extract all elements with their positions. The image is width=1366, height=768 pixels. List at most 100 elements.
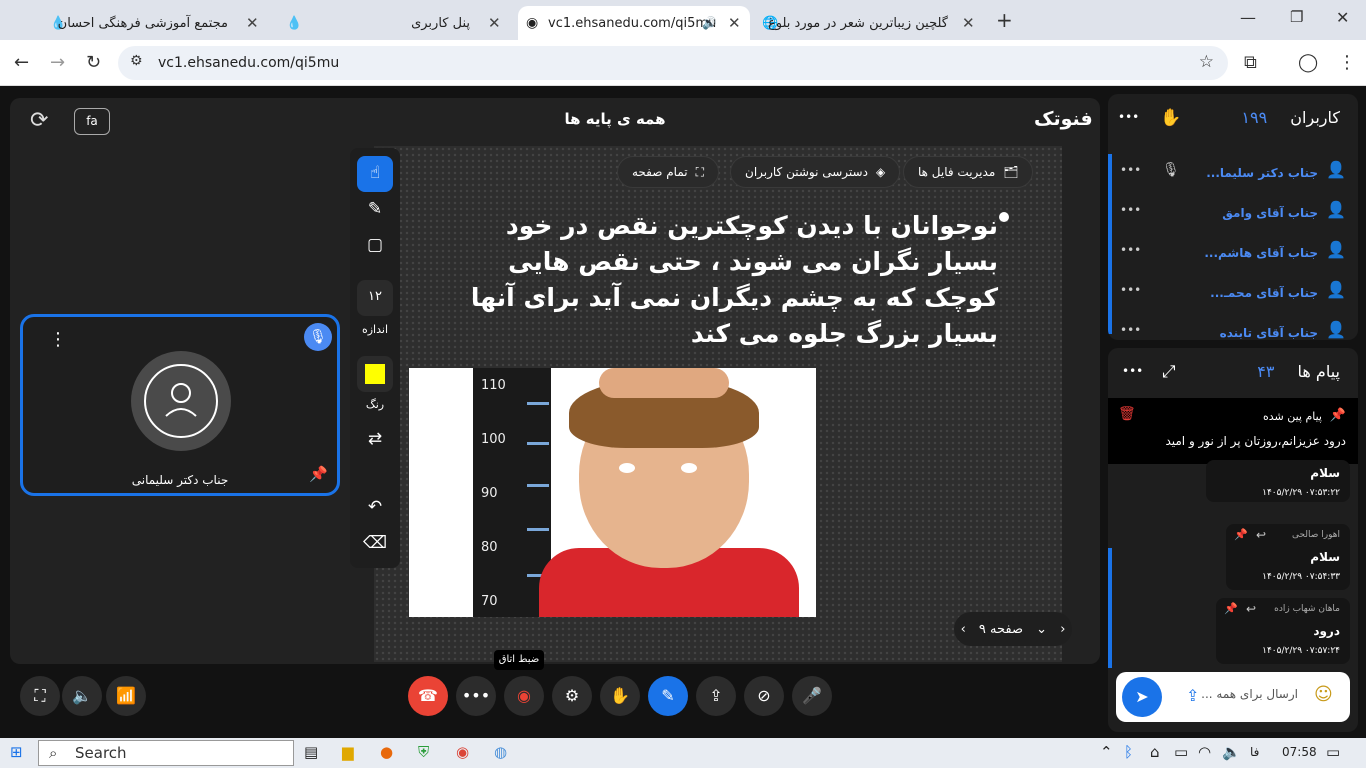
minimize-button[interactable]: —: [1240, 8, 1256, 27]
send-icon[interactable]: ➤: [1122, 677, 1162, 717]
back-icon[interactable]: ←: [14, 52, 29, 73]
reply-icon[interactable]: ↩: [1256, 528, 1266, 542]
omnibox[interactable]: ⚙ vc1.ehsanedu.com/qi5mu ☆: [118, 46, 1228, 80]
messages-scroll-indicator[interactable]: [1108, 548, 1112, 668]
bookmark-star-icon[interactable]: ☆: [1199, 52, 1214, 72]
chat-message[interactable]: اهورا صالحی ↩ 📌 سلام ۰۷:۵۴:۳۳ ۱۴۰۵/۲/۲۹: [1226, 524, 1350, 590]
user-row[interactable]: 👤 جناب آقای تابنده •••: [1118, 318, 1348, 340]
network-icon[interactable]: ⌂: [1150, 743, 1160, 761]
settings-icon[interactable]: ⚙: [552, 676, 592, 716]
pinned-message[interactable]: 📌 پیام پین شده درود عزیزانم،روزتان پر از…: [1108, 398, 1358, 464]
chat-message[interactable]: سلام ۰۷:۵۳:۲۲ ۱۴۰۵/۲/۲۹: [1206, 460, 1350, 502]
wifi-icon[interactable]: ◠: [1198, 743, 1211, 761]
user-row[interactable]: 👤 جناب آقای محمـ... •••: [1118, 278, 1348, 308]
close-icon[interactable]: ✕: [962, 14, 975, 32]
user-row[interactable]: 👤 جناب آقای هاشم... •••: [1118, 238, 1348, 268]
bluetooth-icon[interactable]: ᛒ: [1124, 743, 1133, 761]
more-options-icon[interactable]: •••: [1120, 283, 1141, 297]
raise-hand-icon[interactable]: ✋: [600, 676, 640, 716]
new-tab-button[interactable]: +: [996, 8, 1013, 32]
tray-chevron-up-icon[interactable]: ⌃: [1100, 743, 1113, 761]
shield-app-icon[interactable]: ⛨: [418, 743, 429, 761]
taskbar-search[interactable]: ⌕ Search: [38, 740, 294, 766]
shape-square-icon[interactable]: ▢: [357, 228, 393, 264]
more-options-icon[interactable]: •••: [1120, 243, 1141, 257]
profile-icon[interactable]: ◯: [1298, 52, 1318, 73]
size-value[interactable]: ۱۲: [357, 280, 393, 316]
signal-icon[interactable]: 📶: [106, 676, 146, 716]
message-input[interactable]: ارسال برای همه ...: [1186, 687, 1298, 701]
camera-off-icon[interactable]: ⊘: [744, 676, 784, 716]
pin-icon[interactable]: 📌: [309, 465, 328, 483]
close-window-button[interactable]: ✕: [1336, 8, 1349, 27]
delete-icon[interactable]: 🗑: [1118, 406, 1136, 422]
tab-ehsan[interactable]: 💧 ✕ مجتمع آموزشی فرهنگی احسان: [36, 6, 272, 40]
tab-poem[interactable]: 🌐 ✕ گلچین زیباترین شعر در مورد بلوغ: [756, 6, 986, 40]
extensions-icon[interactable]: ⧉: [1244, 52, 1257, 73]
page-label[interactable]: صفحه ۹: [979, 622, 1023, 637]
write-access-button[interactable]: ◈ دسترسی نوشتن کاربران: [730, 156, 901, 188]
tab-user-panel[interactable]: 💧 ✕ پنل کاربری: [276, 6, 514, 40]
speaker-icon[interactable]: 🔊: [702, 16, 717, 30]
more-options-icon[interactable]: •••: [1118, 110, 1139, 124]
reload-icon[interactable]: ↻: [86, 52, 101, 73]
restore-button[interactable]: ❐: [1290, 8, 1303, 26]
reply-icon[interactable]: ↩: [1246, 602, 1256, 616]
undo-icon[interactable]: ↶: [357, 490, 393, 526]
swap-arrows-icon[interactable]: ⇄: [357, 422, 393, 458]
firefox-icon[interactable]: ●: [380, 743, 393, 761]
file-explorer-icon[interactable]: ▆: [342, 743, 354, 761]
screen-share-icon[interactable]: ⇪: [696, 676, 736, 716]
more-options-icon[interactable]: ⋮: [49, 329, 67, 350]
menu-kebab-icon[interactable]: ⋮: [1338, 52, 1356, 73]
leave-call-button[interactable]: ☎: [408, 676, 448, 716]
next-page-icon[interactable]: ›: [1060, 622, 1065, 637]
tab-vc-active[interactable]: ◉ vc1.ehsanedu.com/qi5mu 🔊 ✕: [518, 6, 750, 40]
more-options-icon[interactable]: •••: [1120, 163, 1141, 177]
site-settings-icon[interactable]: ⚙: [130, 53, 143, 69]
close-icon[interactable]: ✕: [488, 14, 501, 32]
prev-page-icon[interactable]: ‹: [961, 622, 966, 637]
more-options-icon[interactable]: •••: [1120, 323, 1141, 337]
pen-icon[interactable]: ✎: [357, 192, 393, 228]
record-button[interactable]: ◉: [504, 676, 544, 716]
speaker-icon[interactable]: 🔈: [62, 676, 102, 716]
url-text[interactable]: vc1.ehsanedu.com/qi5mu: [158, 55, 339, 71]
more-options-icon[interactable]: •••: [1120, 203, 1141, 217]
pin-icon[interactable]: 📌: [1224, 602, 1238, 615]
file-manager-button[interactable]: 🗂 مدیریت فایل ها: [903, 156, 1034, 188]
emoji-icon[interactable]: ☺: [1314, 684, 1333, 705]
volume-icon[interactable]: 🔈: [1222, 743, 1241, 761]
expand-icon[interactable]: ⤢: [1162, 362, 1176, 382]
close-icon[interactable]: ✕: [728, 14, 741, 32]
input-language[interactable]: فا: [1250, 745, 1259, 759]
more-options-button[interactable]: •••: [456, 676, 496, 716]
color-picker[interactable]: [357, 356, 393, 392]
video-tile[interactable]: ⋮ 🎙 جناب دکتر سلیمانی 📌: [20, 314, 340, 496]
fullscreen-icon[interactable]: ⛶: [20, 676, 60, 716]
pointer-hand-icon[interactable]: ☝: [357, 156, 393, 192]
user-row[interactable]: 👤 جناب دکتر سلیما... 🎙 •••: [1118, 158, 1348, 188]
users-scroll-indicator[interactable]: [1108, 154, 1112, 334]
forward-icon[interactable]: →: [50, 52, 65, 73]
mic-off-icon[interactable]: 🎤: [792, 676, 832, 716]
fullscreen-button[interactable]: ⛶ تمام صفحه: [617, 156, 720, 188]
battery-icon[interactable]: ▭: [1174, 743, 1188, 761]
more-options-icon[interactable]: •••: [1122, 364, 1143, 378]
app-icon[interactable]: ◍: [494, 743, 507, 761]
pin-icon[interactable]: 📌: [1234, 528, 1248, 541]
user-row[interactable]: 👤 جناب آقای وامق •••: [1118, 198, 1348, 228]
raise-hand-icon[interactable]: ✋: [1160, 108, 1181, 128]
users-count: ۱۹۹: [1241, 108, 1268, 127]
record-tooltip: ضبط اتاق: [494, 650, 544, 670]
chat-message[interactable]: ماهان شهاب زاده ↩ 📌 درود ۰۷:۵۷:۲۴ ۱۴۰۵/۲…: [1216, 598, 1350, 664]
chrome-icon[interactable]: ◉: [456, 743, 469, 761]
windows-start-icon[interactable]: ⊞: [10, 743, 23, 761]
chevron-down-icon[interactable]: ⌄: [1036, 622, 1047, 637]
whiteboard-pen-button[interactable]: ✎: [648, 676, 688, 716]
close-icon[interactable]: ✕: [246, 14, 259, 32]
clock[interactable]: 07:58: [1282, 745, 1317, 759]
notifications-icon[interactable]: ▭: [1326, 743, 1340, 761]
eraser-icon[interactable]: ⌫: [357, 526, 393, 562]
task-view-icon[interactable]: ▤: [304, 743, 318, 761]
